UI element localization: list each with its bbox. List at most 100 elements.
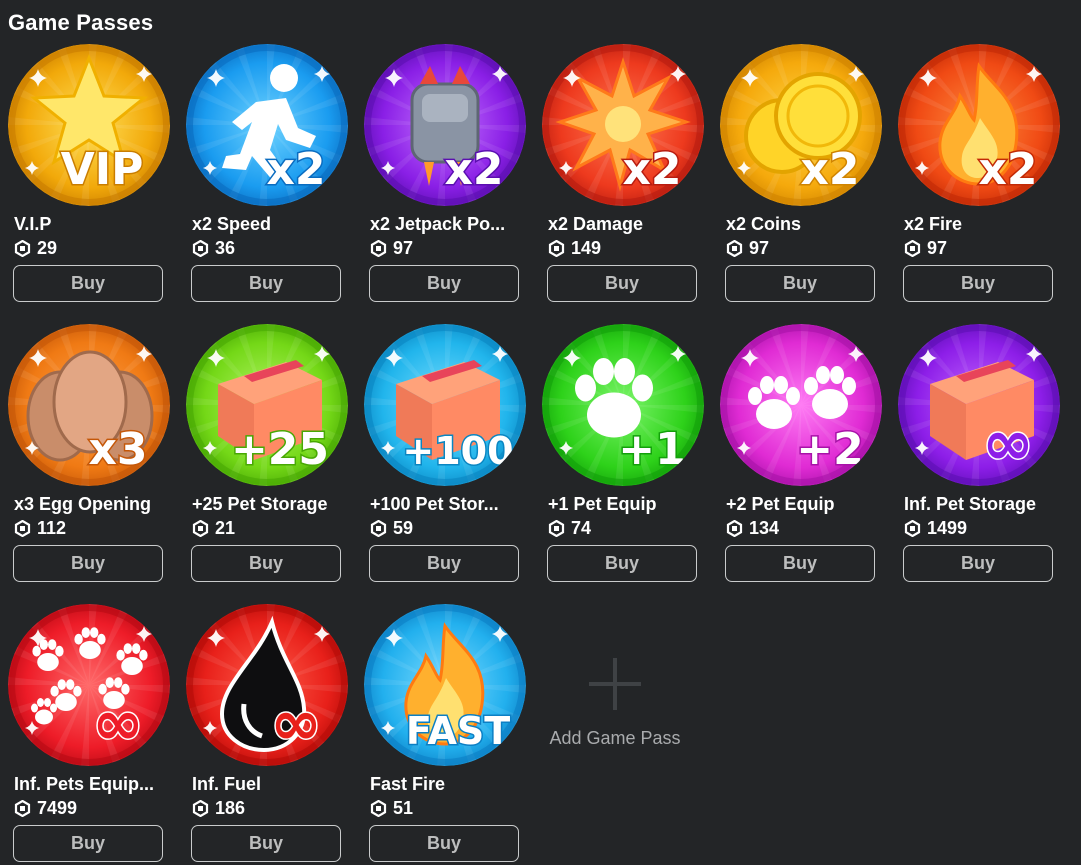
price-value: 112 — [37, 517, 67, 538]
running-person-icon[interactable]: x2 — [186, 44, 348, 206]
price-value: 149 — [571, 237, 602, 258]
buy-button[interactable]: Buy — [369, 825, 519, 862]
robux-icon — [370, 519, 387, 537]
price-value: 21 — [215, 517, 236, 538]
price-value: 29 — [37, 237, 58, 258]
robux-icon — [370, 239, 387, 257]
robux-icon — [548, 239, 565, 257]
pass-badge-text: +2 — [796, 424, 863, 475]
pass-badge-text: +100 — [402, 429, 513, 473]
pass-name[interactable]: V.I.P — [14, 214, 164, 235]
add-game-pass-label: Add Game Pass — [549, 728, 681, 748]
buy-button[interactable]: Buy — [725, 265, 875, 302]
robux-icon — [14, 519, 31, 537]
robux-icon — [726, 239, 743, 257]
pass-name[interactable]: +2 Pet Equip — [726, 494, 876, 515]
pass-name[interactable]: +25 Pet Storage — [192, 494, 342, 515]
coins-icon[interactable]: x2 — [720, 44, 882, 206]
pass-name[interactable]: x2 Jetpack Po... — [370, 214, 520, 235]
price-value: 134 — [749, 517, 780, 538]
page-title: Game Passes — [8, 10, 154, 35]
buy-button[interactable]: Buy — [903, 545, 1053, 582]
pass-badge-text: ∞ — [982, 406, 1034, 479]
oil-drop-icon[interactable]: ∞ — [186, 604, 348, 766]
pass-price: 21 — [192, 518, 235, 538]
pass-price: 7499 — [14, 798, 77, 818]
pass-name[interactable]: Inf. Pet Storage — [904, 494, 1054, 515]
pass-price: 186 — [192, 798, 245, 818]
pass-badge-text: x2 — [623, 144, 682, 195]
price-value: 97 — [927, 237, 948, 258]
pass-price: 134 — [726, 518, 779, 538]
pass-badge-text: ∞ — [270, 686, 322, 759]
price-value: 51 — [393, 797, 414, 818]
buy-button[interactable]: Buy — [547, 545, 697, 582]
pass-name[interactable]: Fast Fire — [370, 774, 520, 795]
price-value: 74 — [571, 517, 592, 538]
plus-icon — [589, 658, 641, 710]
pass-price: 112 — [14, 518, 66, 538]
pass-badge-text: +25 — [231, 424, 329, 475]
pass-name[interactable]: Inf. Pets Equip... — [14, 774, 164, 795]
buy-button[interactable]: Buy — [191, 265, 341, 302]
buy-button[interactable]: Buy — [13, 545, 163, 582]
box-icon[interactable]: ∞ — [898, 324, 1060, 486]
explosion-icon[interactable]: x2 — [542, 44, 704, 206]
box-icon[interactable]: +25 — [186, 324, 348, 486]
buy-button[interactable]: Buy — [547, 265, 697, 302]
pass-price: 59 — [370, 518, 413, 538]
price-value: 7499 — [37, 797, 78, 818]
robux-icon — [370, 799, 387, 817]
pass-price: 97 — [726, 238, 769, 258]
eggs-icon[interactable]: x3 — [8, 324, 170, 486]
price-value: 59 — [393, 517, 414, 538]
paw-icon[interactable]: +1 — [542, 324, 704, 486]
pass-name[interactable]: x2 Damage — [548, 214, 698, 235]
pass-name[interactable]: x2 Fire — [904, 214, 1054, 235]
pass-badge-text: x2 — [267, 144, 326, 195]
buy-button[interactable]: Buy — [725, 545, 875, 582]
buy-button[interactable]: Buy — [13, 825, 163, 862]
add-game-pass-button[interactable]: Add Game Pass — [534, 600, 696, 790]
pass-name[interactable]: x3 Egg Opening — [14, 494, 164, 515]
robux-icon — [726, 519, 743, 537]
pass-name[interactable]: Inf. Fuel — [192, 774, 342, 795]
pass-badge-text: FAST — [406, 709, 510, 753]
many-paws-icon[interactable]: ∞ — [8, 604, 170, 766]
buy-button[interactable]: Buy — [13, 265, 163, 302]
price-value: 97 — [749, 237, 770, 258]
robux-icon — [548, 519, 565, 537]
fire-icon[interactable]: FAST — [364, 604, 526, 766]
pass-price: 97 — [904, 238, 947, 258]
pass-badge-text: x2 — [979, 144, 1038, 195]
pass-name[interactable]: x2 Speed — [192, 214, 342, 235]
box-icon[interactable]: +100 — [364, 324, 526, 486]
vip-star-icon[interactable]: VIP — [8, 44, 170, 206]
pass-name[interactable]: x2 Coins — [726, 214, 876, 235]
pass-name[interactable]: +1 Pet Equip — [548, 494, 698, 515]
pass-price: 1499 — [904, 518, 967, 538]
robux-icon — [904, 239, 921, 257]
price-value: 186 — [215, 797, 246, 818]
pass-badge-text: x3 — [89, 424, 148, 475]
pass-name[interactable]: +100 Pet Stor... — [370, 494, 520, 515]
fire-icon[interactable]: x2 — [898, 44, 1060, 206]
buy-button[interactable]: Buy — [903, 265, 1053, 302]
pass-price: 97 — [370, 238, 413, 258]
pass-price: 74 — [548, 518, 591, 538]
pass-badge-text: VIP — [61, 144, 144, 195]
pass-badge-text: x2 — [801, 144, 860, 195]
pass-badge-text: +1 — [618, 424, 685, 475]
price-value: 36 — [215, 237, 236, 258]
buy-button[interactable]: Buy — [369, 265, 519, 302]
pass-price: 29 — [14, 238, 57, 258]
robux-icon — [192, 239, 209, 257]
buy-button[interactable]: Buy — [191, 825, 341, 862]
buy-button[interactable]: Buy — [369, 545, 519, 582]
robux-icon — [14, 239, 31, 257]
buy-button[interactable]: Buy — [191, 545, 341, 582]
pass-price: 36 — [192, 238, 235, 258]
jetpack-icon[interactable]: x2 — [364, 44, 526, 206]
paws-icon[interactable]: +2 — [720, 324, 882, 486]
price-value: 1499 — [927, 517, 968, 538]
